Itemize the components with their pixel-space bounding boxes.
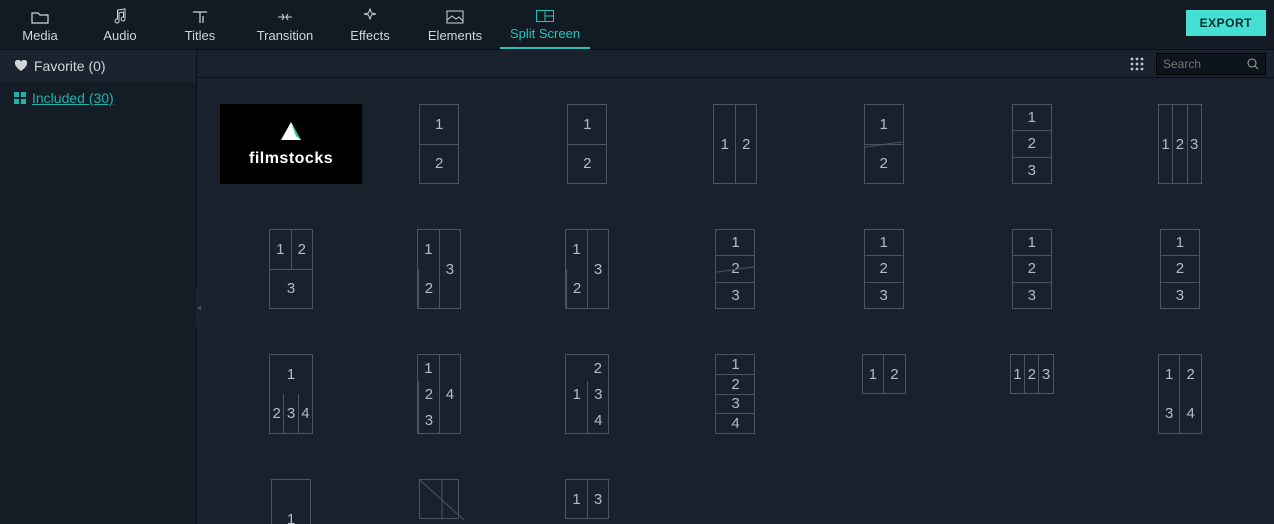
tab-audio[interactable]: Audio — [80, 8, 160, 49]
split-template[interactable]: 123 — [715, 229, 755, 309]
split-template[interactable]: 123 — [1158, 104, 1202, 184]
filmstocks-name: filmstocks — [249, 150, 333, 168]
split-template[interactable]: 123 — [1012, 229, 1052, 309]
picture-icon — [446, 10, 464, 24]
transition-icon — [276, 10, 294, 24]
split-template[interactable]: 1 — [271, 479, 311, 524]
split-template[interactable]: 12 — [419, 104, 459, 184]
sidebar-label: Favorite (0) — [34, 58, 106, 74]
tab-label: Split Screen — [510, 26, 580, 41]
tab-elements[interactable]: Elements — [410, 10, 500, 49]
split-template[interactable]: 1234 — [565, 354, 609, 434]
tab-label: Titles — [185, 28, 216, 43]
split-template[interactable] — [419, 479, 459, 519]
tab-label: Elements — [428, 28, 482, 43]
filmstocks-logo-icon — [277, 120, 305, 144]
grid-icon — [14, 92, 26, 104]
search-icon[interactable] — [1247, 58, 1259, 70]
filmstocks-promo[interactable]: filmstocks — [220, 104, 362, 184]
main-panel: filmstocks 12 12 12 12 123 123 123 123 123 123 123… — [197, 50, 1274, 524]
sidebar-item-favorite[interactable]: Favorite (0) — [0, 50, 196, 82]
top-tabs: Media Audio Titles Transition Effects El… — [0, 0, 1274, 50]
tab-label: Transition — [257, 28, 314, 43]
split-template[interactable]: 123 — [1010, 354, 1054, 394]
split-template[interactable]: 12 — [864, 104, 904, 184]
music-icon — [113, 8, 127, 24]
heart-icon — [14, 60, 28, 72]
tab-label: Effects — [350, 28, 390, 43]
split-template[interactable]: 123 — [417, 229, 461, 309]
tab-effects[interactable]: Effects — [330, 8, 410, 49]
sidebar-collapse-handle[interactable]: ◂ — [196, 287, 202, 327]
sidebar-label: Included (30) — [32, 90, 114, 106]
content-toolbar — [197, 50, 1274, 78]
split-template[interactable]: 123 — [269, 229, 313, 309]
tab-transition[interactable]: Transition — [240, 10, 330, 49]
view-grid-icon[interactable] — [1130, 57, 1144, 71]
split-template[interactable]: 12 — [713, 104, 757, 184]
split-template[interactable]: 123 — [864, 229, 904, 309]
split-template[interactable]: 123 — [565, 229, 609, 309]
text-icon — [192, 10, 208, 24]
tab-titles[interactable]: Titles — [160, 10, 240, 49]
search-input[interactable] — [1163, 57, 1247, 71]
tab-splitscreen[interactable]: Split Screen — [500, 10, 590, 49]
split-template[interactable]: 12 — [862, 354, 906, 394]
split-template[interactable]: 1234 — [269, 354, 313, 434]
sidebar-item-included[interactable]: Included (30) — [0, 82, 196, 114]
split-template[interactable]: 1234 — [715, 354, 755, 434]
search-box — [1156, 53, 1266, 75]
split-template[interactable]: 1234 — [1158, 354, 1202, 434]
sparkle-icon — [362, 8, 378, 24]
tab-label: Audio — [103, 28, 136, 43]
folder-icon — [31, 10, 49, 24]
split-template[interactable]: 123 — [1012, 104, 1052, 184]
split-template[interactable]: 1234 — [417, 354, 461, 434]
tab-media[interactable]: Media — [0, 10, 80, 49]
split-template[interactable]: 123 — [1160, 229, 1200, 309]
sidebar: Favorite (0) Included (30) ◂ — [0, 50, 197, 524]
splitscreen-icon — [536, 10, 554, 22]
split-template[interactable]: 13 — [565, 479, 609, 519]
split-template[interactable]: 12 — [567, 104, 607, 184]
tab-label: Media — [22, 28, 57, 43]
template-grid: filmstocks 12 12 12 12 123 123 123 123 123 123 123… — [197, 78, 1274, 524]
export-button[interactable]: EXPORT — [1186, 10, 1266, 36]
